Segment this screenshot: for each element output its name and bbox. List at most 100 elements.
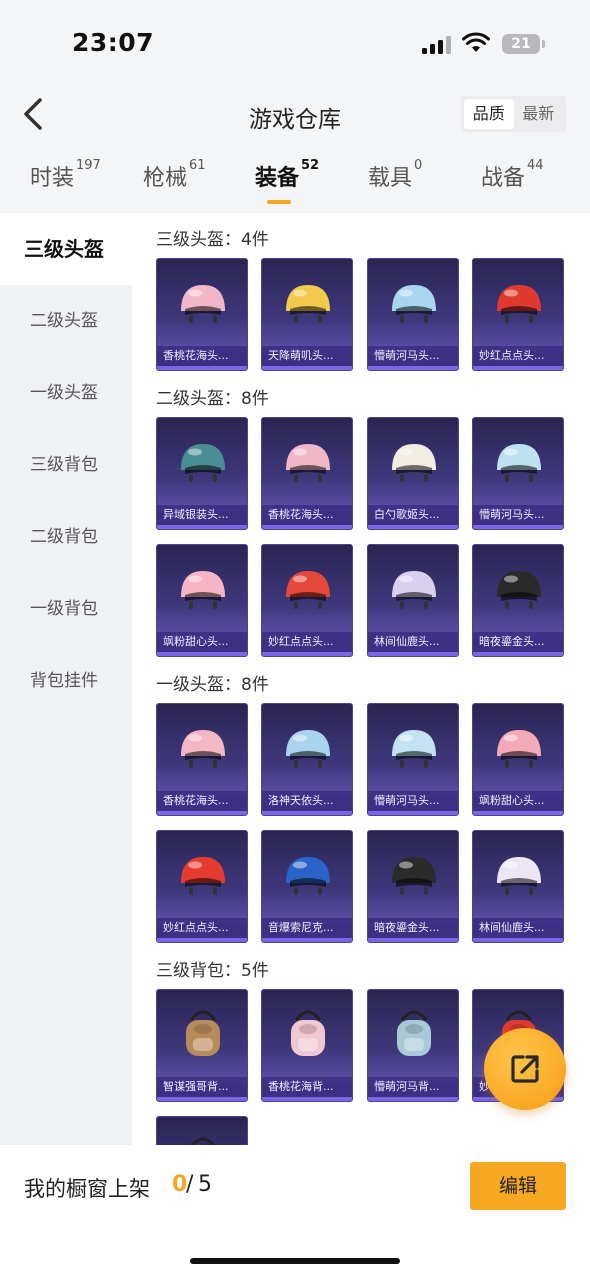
helmet-icon xyxy=(286,730,330,768)
tab-label: 枪械 xyxy=(143,166,188,191)
item-card[interactable]: 林间仙鹿头... xyxy=(472,830,564,943)
backpack-icon xyxy=(186,1010,220,1056)
warehouse-content: 三级头盔 二级头盔 一级头盔 三级背包 二级背包 一级背包 背包挂件 三级头盔：… xyxy=(0,213,590,1145)
backpack-icon xyxy=(190,1137,216,1145)
helmet-icon xyxy=(392,571,436,609)
item-card[interactable]: 香桃花海头... xyxy=(261,417,353,530)
section-title: 三级背包：5件 xyxy=(156,961,269,981)
helmet-icon xyxy=(392,857,436,895)
item-card[interactable]: 懵萌河马头... xyxy=(367,703,459,816)
item-card[interactable]: 异域银装头... xyxy=(156,417,248,530)
helmet-icon xyxy=(286,857,330,895)
item-card[interactable]: 飒粉甜心头... xyxy=(472,703,564,816)
item-card[interactable]: 懵萌河马头... xyxy=(472,417,564,530)
item-card[interactable]: 妙红点点头... xyxy=(156,830,248,943)
share-external-icon xyxy=(511,1055,539,1083)
rarity-bar xyxy=(157,811,247,815)
sidebar-item-level3-backpack[interactable]: 三级背包 xyxy=(0,429,132,501)
sort-latest-option[interactable]: 最新 xyxy=(514,99,564,129)
item-name: 懵萌河马头... xyxy=(368,791,458,811)
helmet-icon xyxy=(181,444,225,482)
rarity-bar xyxy=(157,652,247,656)
sidebar-item-level3-helmet[interactable]: 三级头盔 xyxy=(0,213,132,285)
item-card[interactable]: 天降萌叽头... xyxy=(261,258,353,371)
tab-count: 44 xyxy=(527,158,544,173)
rarity-bar xyxy=(157,366,247,370)
item-grid-area: 三级头盔：4件 二级头盔：8件 一级头盔：8件 三级背包：5件 香桃花海头...… xyxy=(132,213,590,1145)
tab-label: 战备 xyxy=(481,166,526,191)
sidebar: 三级头盔 二级头盔 一级头盔 三级背包 二级背包 一级背包 背包挂件 xyxy=(0,213,132,1145)
item-name: 白勺歌姬头... xyxy=(368,505,458,525)
item-name: 林间仙鹿头... xyxy=(368,632,458,652)
tab-vehicles[interactable]: 载具0 xyxy=(368,158,423,208)
tab-fashion[interactable]: 时装197 xyxy=(30,158,101,208)
item-name: 天降萌叽头... xyxy=(262,346,352,366)
section-title: 三级头盔：4件 xyxy=(156,230,269,250)
item-name: 飒粉甜心头... xyxy=(157,632,247,652)
rarity-bar xyxy=(368,811,458,815)
item-name: 洛神天依头... xyxy=(262,791,352,811)
section-title: 二级头盔：8件 xyxy=(156,389,269,409)
item-card[interactable]: 懵萌河马背... xyxy=(367,989,459,1102)
item-name: 懵萌河马头... xyxy=(473,505,563,525)
item-name: 林间仙鹿头... xyxy=(473,918,563,938)
tab-supplies[interactable]: 战备44 xyxy=(481,158,544,208)
item-card[interactable]: 香桃花海头... xyxy=(156,258,248,371)
item-card[interactable]: 洛神天依头... xyxy=(261,703,353,816)
showcase-max-count: 5 xyxy=(198,1172,212,1197)
item-card[interactable]: 白勺歌姬头... xyxy=(367,417,459,530)
sidebar-item-level1-helmet[interactable]: 一级头盔 xyxy=(0,357,132,429)
item-card[interactable]: 香桃花海头... xyxy=(156,703,248,816)
tab-label: 载具 xyxy=(368,166,413,191)
rarity-bar xyxy=(368,1097,458,1101)
backpack-icon xyxy=(397,1010,431,1056)
item-card[interactable]: 飒粉甜心头... xyxy=(156,544,248,657)
rarity-bar xyxy=(262,811,352,815)
item-card[interactable] xyxy=(156,1116,248,1145)
item-card[interactable]: 妙红点点头... xyxy=(261,544,353,657)
item-name: 香桃花海头... xyxy=(157,791,247,811)
status-time: 23:07 xyxy=(72,28,155,57)
item-card[interactable]: 香桃花海背... xyxy=(261,989,353,1102)
rarity-bar xyxy=(473,366,563,370)
item-name: 香桃花海头... xyxy=(262,505,352,525)
sort-quality-option[interactable]: 品质 xyxy=(464,99,514,129)
helmet-icon xyxy=(497,444,541,482)
helmet-icon xyxy=(497,571,541,609)
item-card[interactable]: 暗夜鎏金头... xyxy=(472,544,564,657)
rarity-bar xyxy=(473,811,563,815)
helmet-icon xyxy=(286,571,330,609)
sort-toggle: 品质 最新 xyxy=(461,96,566,132)
sidebar-item-level1-backpack[interactable]: 一级背包 xyxy=(0,573,132,645)
sidebar-item-backpack-charm[interactable]: 背包挂件 xyxy=(0,645,132,717)
tab-equipment[interactable]: 装备52 xyxy=(255,158,320,208)
item-card[interactable]: 智谋强哥背... xyxy=(156,989,248,1102)
sidebar-item-level2-helmet[interactable]: 二级头盔 xyxy=(0,285,132,357)
item-card[interactable]: 懵萌河马头... xyxy=(367,258,459,371)
item-name: 飒粉甜心头... xyxy=(473,791,563,811)
helmet-icon xyxy=(181,857,225,895)
showcase-label: 我的橱窗上架 xyxy=(24,1177,150,1201)
item-card[interactable]: 暗夜鎏金头... xyxy=(367,830,459,943)
tab-label: 时装 xyxy=(30,166,75,191)
tab-guns[interactable]: 枪械61 xyxy=(143,158,206,208)
item-card[interactable]: 妙红点点头... xyxy=(472,258,564,371)
item-card[interactable]: 音爆索尼克... xyxy=(261,830,353,943)
rarity-bar xyxy=(157,1097,247,1101)
item-name: 懵萌河马背... xyxy=(368,1077,458,1097)
home-indicator xyxy=(190,1258,400,1264)
tab-count: 0 xyxy=(414,158,423,173)
rarity-bar xyxy=(368,652,458,656)
showcase-count-separator: / xyxy=(186,1172,194,1197)
tab-count: 52 xyxy=(301,158,320,173)
edit-button[interactable]: 编辑 xyxy=(470,1162,566,1210)
category-tabs: 时装197 枪械61 装备52 载具0 战备44 xyxy=(0,158,590,208)
rarity-bar xyxy=(262,366,352,370)
helmet-icon xyxy=(497,285,541,323)
rarity-bar xyxy=(262,938,352,942)
share-button[interactable] xyxy=(484,1028,566,1110)
section-title: 一级头盔：8件 xyxy=(156,675,269,695)
item-card[interactable]: 林间仙鹿头... xyxy=(367,544,459,657)
sidebar-item-level2-backpack[interactable]: 二级背包 xyxy=(0,501,132,573)
rarity-bar xyxy=(262,1097,352,1101)
